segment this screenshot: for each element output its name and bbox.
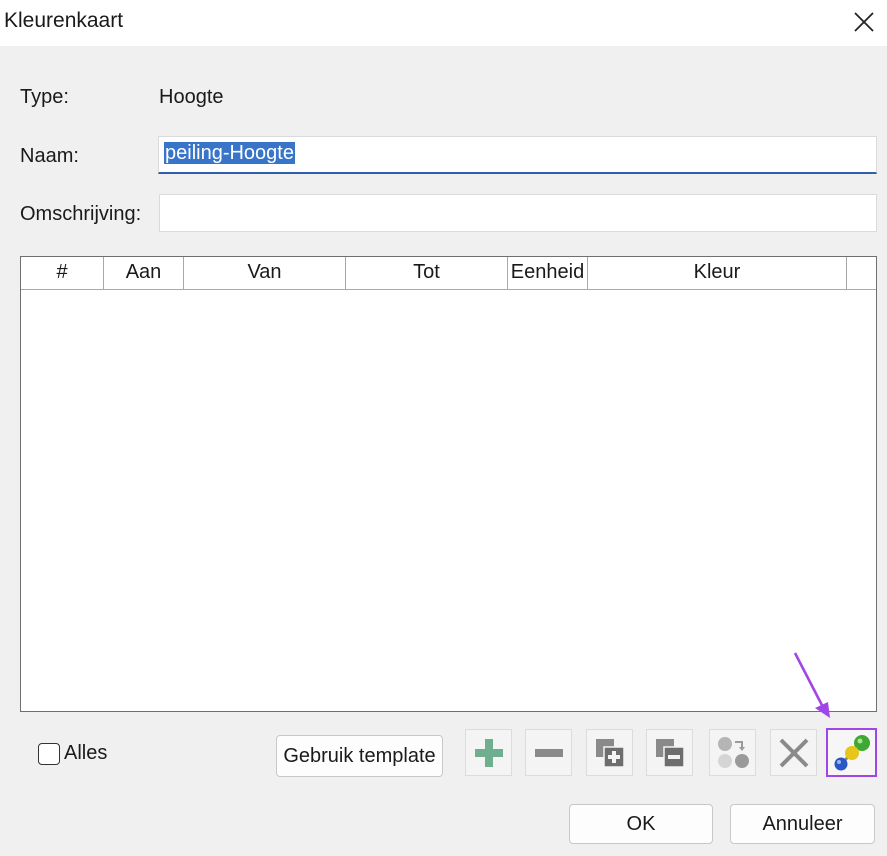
annotation-arrow bbox=[793, 652, 830, 718]
all-checkbox-row[interactable]: Alles bbox=[38, 742, 107, 765]
type-label: Type: bbox=[20, 86, 69, 108]
plus-icon bbox=[474, 738, 503, 767]
column-header-eenheid[interactable]: Eenheid bbox=[508, 257, 588, 290]
column-header-number[interactable]: # bbox=[21, 257, 104, 290]
name-field[interactable]: peiling-Hoogte bbox=[158, 136, 877, 174]
delete-button[interactable] bbox=[770, 729, 817, 776]
remove-copy-icon bbox=[655, 738, 685, 768]
remove-copy-button[interactable] bbox=[646, 729, 693, 776]
name-value: peiling-Hoogte bbox=[164, 142, 295, 164]
close-button[interactable] bbox=[844, 2, 884, 42]
column-header-tot[interactable]: Tot bbox=[346, 257, 508, 290]
column-header-kleur[interactable]: Kleur bbox=[588, 257, 847, 290]
all-checkbox[interactable] bbox=[38, 742, 60, 765]
insert-copy-button[interactable] bbox=[586, 729, 633, 776]
remove-row-button[interactable] bbox=[525, 729, 572, 776]
ok-button[interactable]: OK bbox=[569, 804, 713, 844]
column-header-van[interactable]: Van bbox=[184, 257, 346, 290]
window-title: Kleurenkaart bbox=[4, 9, 124, 32]
add-copy-icon bbox=[595, 738, 625, 768]
shift-dots-icon bbox=[717, 736, 749, 768]
description-label: Omschrijving: bbox=[20, 203, 142, 225]
add-row-button[interactable] bbox=[465, 729, 512, 776]
shift-button[interactable] bbox=[709, 729, 756, 776]
name-label: Naam: bbox=[20, 145, 79, 167]
column-header-aan[interactable]: Aan bbox=[104, 257, 184, 290]
column-header-filler bbox=[847, 257, 876, 290]
type-value: Hoogte bbox=[159, 86, 224, 108]
description-field[interactable] bbox=[159, 194, 877, 232]
delete-x-icon bbox=[779, 738, 808, 767]
title-bar: Kleurenkaart bbox=[0, 0, 887, 46]
link-button[interactable] bbox=[826, 728, 877, 777]
link-icon bbox=[834, 734, 870, 770]
color-table[interactable]: # Aan Van Tot Eenheid Kleur bbox=[20, 256, 877, 712]
all-checkbox-label: Alles bbox=[64, 742, 108, 764]
use-template-button[interactable]: Gebruik template bbox=[276, 735, 443, 777]
minus-icon bbox=[534, 748, 563, 757]
close-icon bbox=[854, 12, 874, 32]
cancel-button[interactable]: Annuleer bbox=[730, 804, 875, 844]
